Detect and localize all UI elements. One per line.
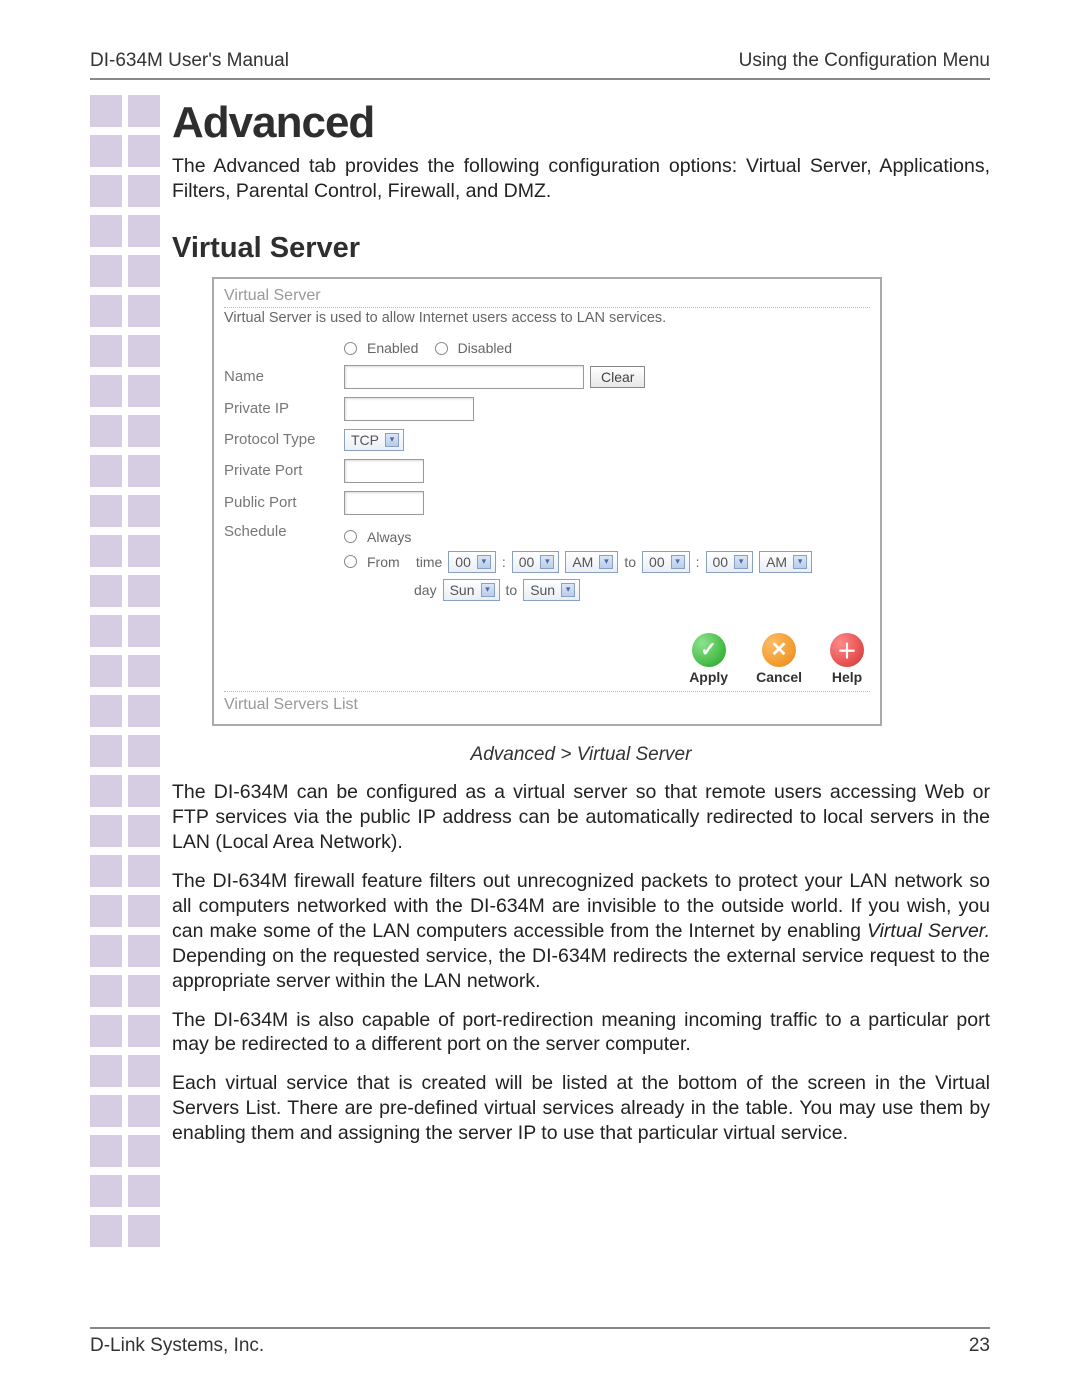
header-right: Using the Configuration Menu xyxy=(739,50,990,72)
help-icon[interactable]: ＋ xyxy=(830,633,864,667)
private-ip-label: Private IP xyxy=(224,400,344,417)
private-port-label: Private Port xyxy=(224,462,344,479)
enabled-radio[interactable] xyxy=(344,342,357,355)
time-end-min-select[interactable]: 00▾ xyxy=(706,551,754,573)
to-label-2: to xyxy=(506,582,518,598)
day-label: day xyxy=(414,582,437,598)
time-start-min-select[interactable]: 00▾ xyxy=(512,551,560,573)
enabled-label: Enabled xyxy=(367,340,418,356)
paragraph-1: The DI-634M can be configured as a virtu… xyxy=(172,780,990,855)
chevron-down-icon: ▾ xyxy=(477,555,491,569)
chevron-down-icon: ▾ xyxy=(793,555,807,569)
chevron-down-icon: ▾ xyxy=(599,555,613,569)
breadcrumb-caption: Advanced > Virtual Server xyxy=(172,744,990,766)
to-label-1: to xyxy=(624,554,636,570)
public-port-label: Public Port xyxy=(224,494,344,511)
schedule-always-label: Always xyxy=(367,529,411,545)
ss-description: Virtual Server is used to allow Internet… xyxy=(224,310,870,326)
schedule-always-radio[interactable] xyxy=(344,530,357,543)
name-label: Name xyxy=(224,368,344,385)
chevron-down-icon: ▾ xyxy=(481,583,495,597)
chevron-down-icon: ▾ xyxy=(385,433,399,447)
time-end-hour-select[interactable]: 00▾ xyxy=(642,551,690,573)
protocol-select[interactable]: TCP ▾ xyxy=(344,429,404,451)
chevron-down-icon: ▾ xyxy=(734,555,748,569)
paragraph-4: Each virtual service that is created wil… xyxy=(172,1071,990,1146)
chevron-down-icon: ▾ xyxy=(540,555,554,569)
private-ip-input[interactable] xyxy=(344,397,474,421)
section-title: Advanced xyxy=(172,98,990,148)
schedule-from-radio[interactable] xyxy=(344,555,357,568)
apply-label: Apply xyxy=(689,669,728,685)
schedule-from-label: From xyxy=(367,554,400,570)
name-input[interactable] xyxy=(344,365,584,389)
cancel-label: Cancel xyxy=(756,669,802,685)
public-port-input[interactable] xyxy=(344,491,424,515)
disabled-radio[interactable] xyxy=(435,342,448,355)
chevron-down-icon: ▾ xyxy=(671,555,685,569)
subsection-title: Virtual Server xyxy=(172,232,990,265)
page-header: DI-634M User's Manual Using the Configur… xyxy=(90,50,990,80)
time-start-ampm-select[interactable]: AM▾ xyxy=(565,551,618,573)
footer-left: D-Link Systems, Inc. xyxy=(90,1335,264,1357)
protocol-type-label: Protocol Type xyxy=(224,431,344,448)
disabled-label: Disabled xyxy=(458,340,512,356)
time-label: time xyxy=(416,554,442,570)
chevron-down-icon: ▾ xyxy=(561,583,575,597)
paragraph-3: The DI-634M is also capable of port-redi… xyxy=(172,1008,990,1058)
day-end-select[interactable]: Sun▾ xyxy=(523,579,580,601)
intro-paragraph: The Advanced tab provides the following … xyxy=(172,154,990,204)
footer-page-number: 23 xyxy=(969,1335,990,1357)
help-label: Help xyxy=(832,669,862,685)
time-start-hour-select[interactable]: 00▾ xyxy=(448,551,496,573)
clear-button[interactable]: Clear xyxy=(590,366,645,388)
schedule-label: Schedule xyxy=(224,523,344,540)
header-left: DI-634M User's Manual xyxy=(90,50,289,72)
cancel-icon[interactable]: ✕ xyxy=(762,633,796,667)
private-port-input[interactable] xyxy=(344,459,424,483)
decorative-squares xyxy=(90,95,160,1255)
page-footer: D-Link Systems, Inc. 23 xyxy=(90,1327,990,1357)
router-ui-screenshot: Virtual Server Virtual Server is used to… xyxy=(212,277,882,726)
protocol-value: TCP xyxy=(351,432,379,448)
virtual-servers-list-heading: Virtual Servers List xyxy=(224,696,358,714)
paragraph-2: The DI-634M firewall feature filters out… xyxy=(172,869,990,994)
apply-icon[interactable]: ✓ xyxy=(692,633,726,667)
day-start-select[interactable]: Sun▾ xyxy=(443,579,500,601)
time-end-ampm-select[interactable]: AM▾ xyxy=(759,551,812,573)
ss-heading: Virtual Server xyxy=(224,287,870,308)
